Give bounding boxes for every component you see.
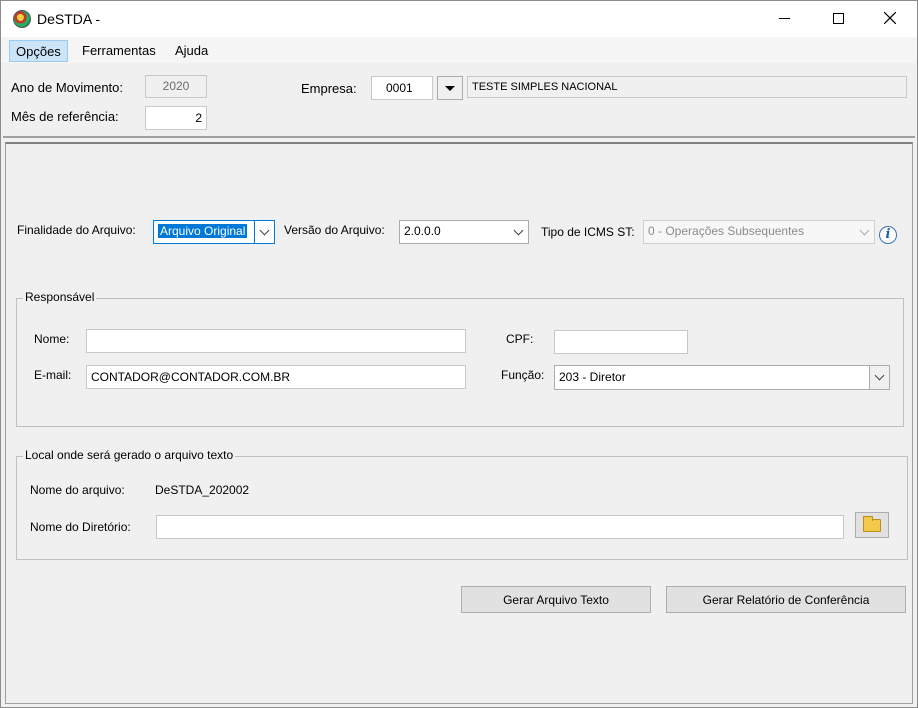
maximize-button[interactable] — [815, 1, 861, 35]
nome-label: Nome: — [34, 332, 70, 346]
ano-label: Ano de Movimento: — [11, 80, 124, 95]
local-title: Local onde será gerado o arquivo texto — [23, 448, 236, 462]
header-panel: Ano de Movimento: 2020 Mês de referência… — [3, 64, 915, 138]
funcao-select[interactable]: 203 - Diretor — [554, 365, 890, 390]
mes-field[interactable]: 2 — [145, 106, 207, 130]
funcao-value: 203 - Diretor — [559, 370, 626, 384]
minimize-icon — [778, 17, 790, 19]
maximize-icon — [832, 12, 844, 24]
menu-ajuda[interactable]: Ajuda — [169, 40, 214, 62]
responsavel-title: Responsável — [23, 290, 97, 304]
dropdown-arrow-icon — [445, 85, 455, 91]
versao-select[interactable]: 2.0.0.0 — [399, 220, 529, 244]
nome-arquivo-label: Nome do arquivo: — [30, 483, 125, 497]
close-button[interactable] — [867, 1, 913, 35]
nome-arquivo-value: DeSTDA_202002 — [155, 483, 250, 497]
versao-label: Versão do Arquivo: — [284, 223, 385, 237]
main-panel: Finalidade do Arquivo: Arquivo Original … — [5, 142, 913, 704]
chevron-down-icon — [859, 225, 869, 235]
diretorio-input[interactable] — [156, 515, 844, 539]
menu-opcoes[interactable]: Opções — [9, 40, 68, 62]
funcao-label: Função: — [501, 368, 545, 382]
mes-label: Mês de referência: — [11, 109, 119, 124]
cpf-label: CPF: — [506, 332, 534, 346]
tipo-icms-value: 0 - Operações Subsequentes — [648, 224, 805, 238]
empresa-dropdown-button[interactable] — [437, 76, 463, 100]
tipo-icms-select: 0 - Operações Subsequentes — [643, 220, 875, 244]
tipo-icms-dropdown-button — [854, 221, 874, 243]
ano-field: 2020 — [145, 75, 207, 98]
empresa-code-field[interactable]: 0001 — [371, 76, 433, 100]
finalidade-select[interactable]: Arquivo Original — [153, 220, 275, 244]
empresa-name-field: TESTE SIMPLES NACIONAL — [467, 76, 907, 98]
title-bar[interactable]: DeSTDA - — [1, 1, 917, 37]
versao-value: 2.0.0.0 — [404, 224, 441, 238]
main-window: DeSTDA - Opções Ferramentas Ajuda Ano de… — [0, 0, 918, 708]
window-title: DeSTDA - — [37, 11, 101, 27]
empresa-label: Empresa: — [301, 81, 357, 96]
gerar-relatorio-button[interactable]: Gerar Relatório de Conferência — [666, 586, 906, 613]
gerar-arquivo-texto-button[interactable]: Gerar Arquivo Texto — [461, 586, 651, 613]
close-icon — [884, 12, 896, 24]
menu-ferramentas[interactable]: Ferramentas — [76, 40, 162, 62]
email-input[interactable]: CONTADOR@CONTADOR.COM.BR — [86, 365, 466, 389]
finalidade-label: Finalidade do Arquivo: — [17, 223, 136, 237]
funcao-dropdown-button[interactable] — [869, 366, 889, 389]
folder-icon — [863, 515, 881, 532]
tipo-icms-label: Tipo de ICMS ST: — [541, 225, 635, 239]
chevron-down-icon — [513, 225, 523, 235]
diretorio-label: Nome do Diretório: — [30, 520, 131, 534]
cpf-input[interactable] — [554, 330, 688, 354]
email-label: E-mail: — [34, 368, 72, 382]
minimize-button[interactable] — [761, 1, 807, 35]
versao-dropdown-button[interactable] — [508, 221, 528, 243]
local-group: Local onde será gerado o arquivo texto N… — [16, 448, 908, 560]
chevron-down-icon — [259, 225, 270, 235]
info-icon[interactable]: i — [879, 226, 897, 244]
finalidade-dropdown-button[interactable] — [254, 221, 274, 243]
chevron-down-icon — [874, 370, 885, 381]
responsavel-group: Responsável Nome: CPF: E-mail: CONTADOR@… — [16, 290, 904, 427]
browse-folder-button[interactable] — [855, 512, 889, 538]
menu-bar: Opções Ferramentas Ajuda — [1, 37, 917, 63]
finalidade-value: Arquivo Original — [158, 224, 248, 238]
nome-input[interactable] — [86, 329, 466, 353]
app-logo-icon — [13, 10, 31, 28]
